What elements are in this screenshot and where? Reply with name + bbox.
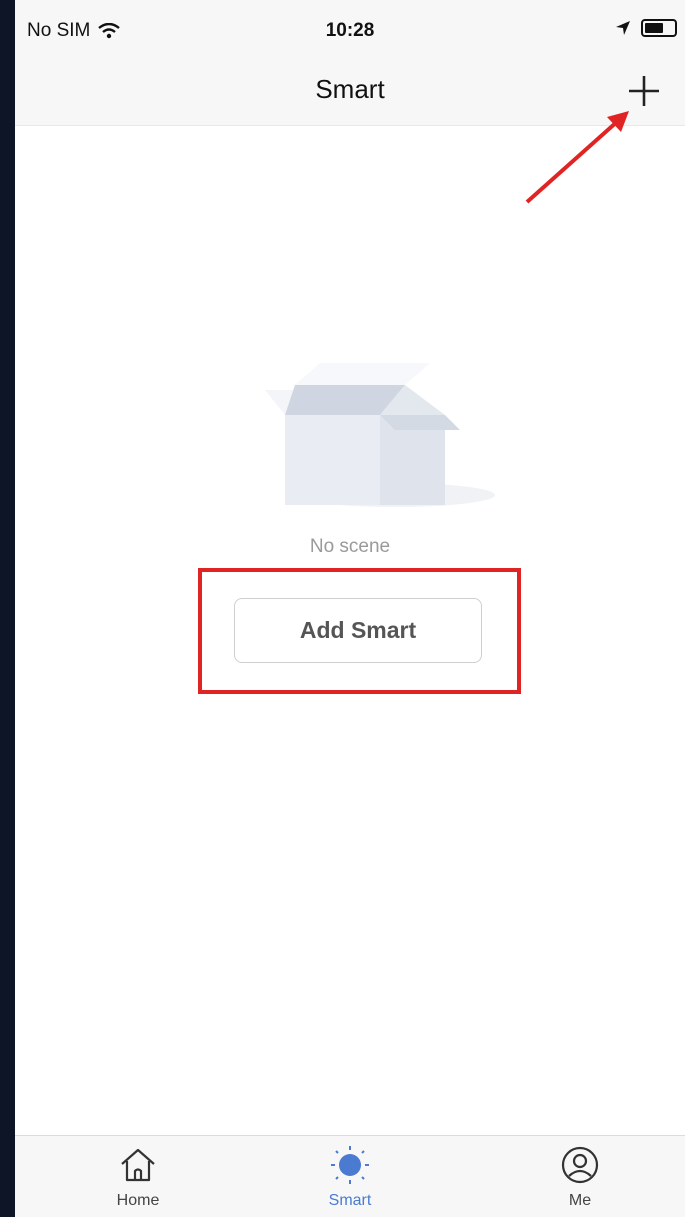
phone-screen: No SIM 10:28 Smart No scene Add Smart Ho… bbox=[15, 0, 685, 1217]
empty-box-illustration bbox=[265, 363, 495, 507]
tab-home-label: Home bbox=[116, 1192, 160, 1209]
home-icon bbox=[121, 1148, 155, 1182]
tab-smart[interactable]: Smart bbox=[290, 1144, 410, 1217]
battery-level bbox=[645, 23, 663, 33]
screen-frame: No SIM 10:28 Smart No scene Add Smart Ho… bbox=[0, 0, 685, 1217]
status-right bbox=[615, 19, 677, 37]
tab-bar: Home Smart Me bbox=[15, 1135, 685, 1217]
status-time: 10:28 bbox=[325, 20, 375, 41]
empty-state-message: No scene bbox=[309, 536, 391, 557]
tab-me[interactable]: Me bbox=[520, 1144, 640, 1217]
tab-home[interactable]: Home bbox=[78, 1144, 198, 1217]
location-arrow-icon bbox=[616, 21, 630, 35]
profile-icon bbox=[561, 1146, 599, 1184]
page-title: Smart bbox=[315, 74, 385, 104]
battery-icon bbox=[641, 19, 677, 37]
tab-smart-label: Smart bbox=[328, 1192, 372, 1209]
status-bar: No SIM 10:28 bbox=[15, 0, 685, 60]
add-scene-button[interactable] bbox=[623, 70, 665, 112]
nav-bar: Smart bbox=[15, 60, 685, 126]
tab-me-label: Me bbox=[568, 1192, 592, 1209]
plus-icon bbox=[629, 76, 659, 106]
add-smart-button[interactable]: Add Smart bbox=[234, 598, 482, 663]
smart-sun-icon bbox=[331, 1146, 369, 1184]
